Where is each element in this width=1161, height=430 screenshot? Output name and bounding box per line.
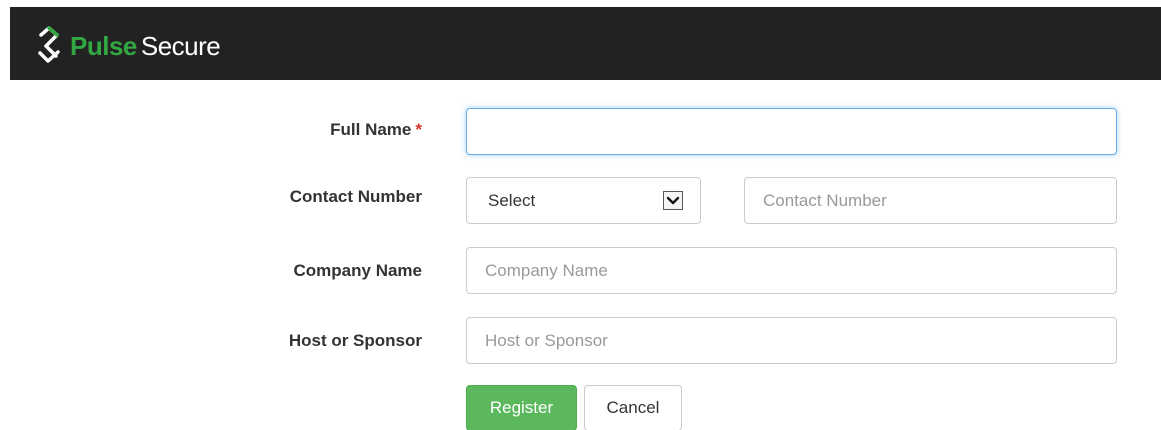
country-code-select[interactable]: Select bbox=[466, 177, 701, 224]
full-name-input[interactable] bbox=[466, 108, 1117, 155]
pulse-s-logo-icon bbox=[34, 25, 64, 67]
contact-number-label: Contact Number bbox=[289, 187, 422, 206]
chevron-down-icon[interactable] bbox=[663, 191, 683, 210]
brand-name-secure: Secure bbox=[140, 30, 221, 61]
full-name-label-text: Full Name bbox=[330, 120, 412, 139]
brand-name-pulse: Pulse bbox=[70, 30, 137, 61]
brand-logo: Pulse Secure bbox=[34, 25, 221, 67]
contact-number-input[interactable] bbox=[744, 177, 1117, 224]
required-mark: * bbox=[415, 120, 422, 139]
host-or-sponsor-input[interactable] bbox=[466, 317, 1117, 364]
app-header: Pulse Secure bbox=[10, 7, 1161, 80]
host-or-sponsor-label: Host or Sponsor bbox=[288, 331, 422, 350]
company-name-input[interactable] bbox=[466, 247, 1117, 294]
full-name-label: Full Name * bbox=[200, 120, 422, 140]
company-name-label: Company Name bbox=[293, 261, 422, 280]
register-button[interactable]: Register bbox=[466, 385, 577, 430]
brand-name: Pulse Secure bbox=[70, 30, 221, 62]
country-code-select-value: Select bbox=[488, 190, 536, 210]
cancel-button[interactable]: Cancel bbox=[584, 385, 682, 430]
